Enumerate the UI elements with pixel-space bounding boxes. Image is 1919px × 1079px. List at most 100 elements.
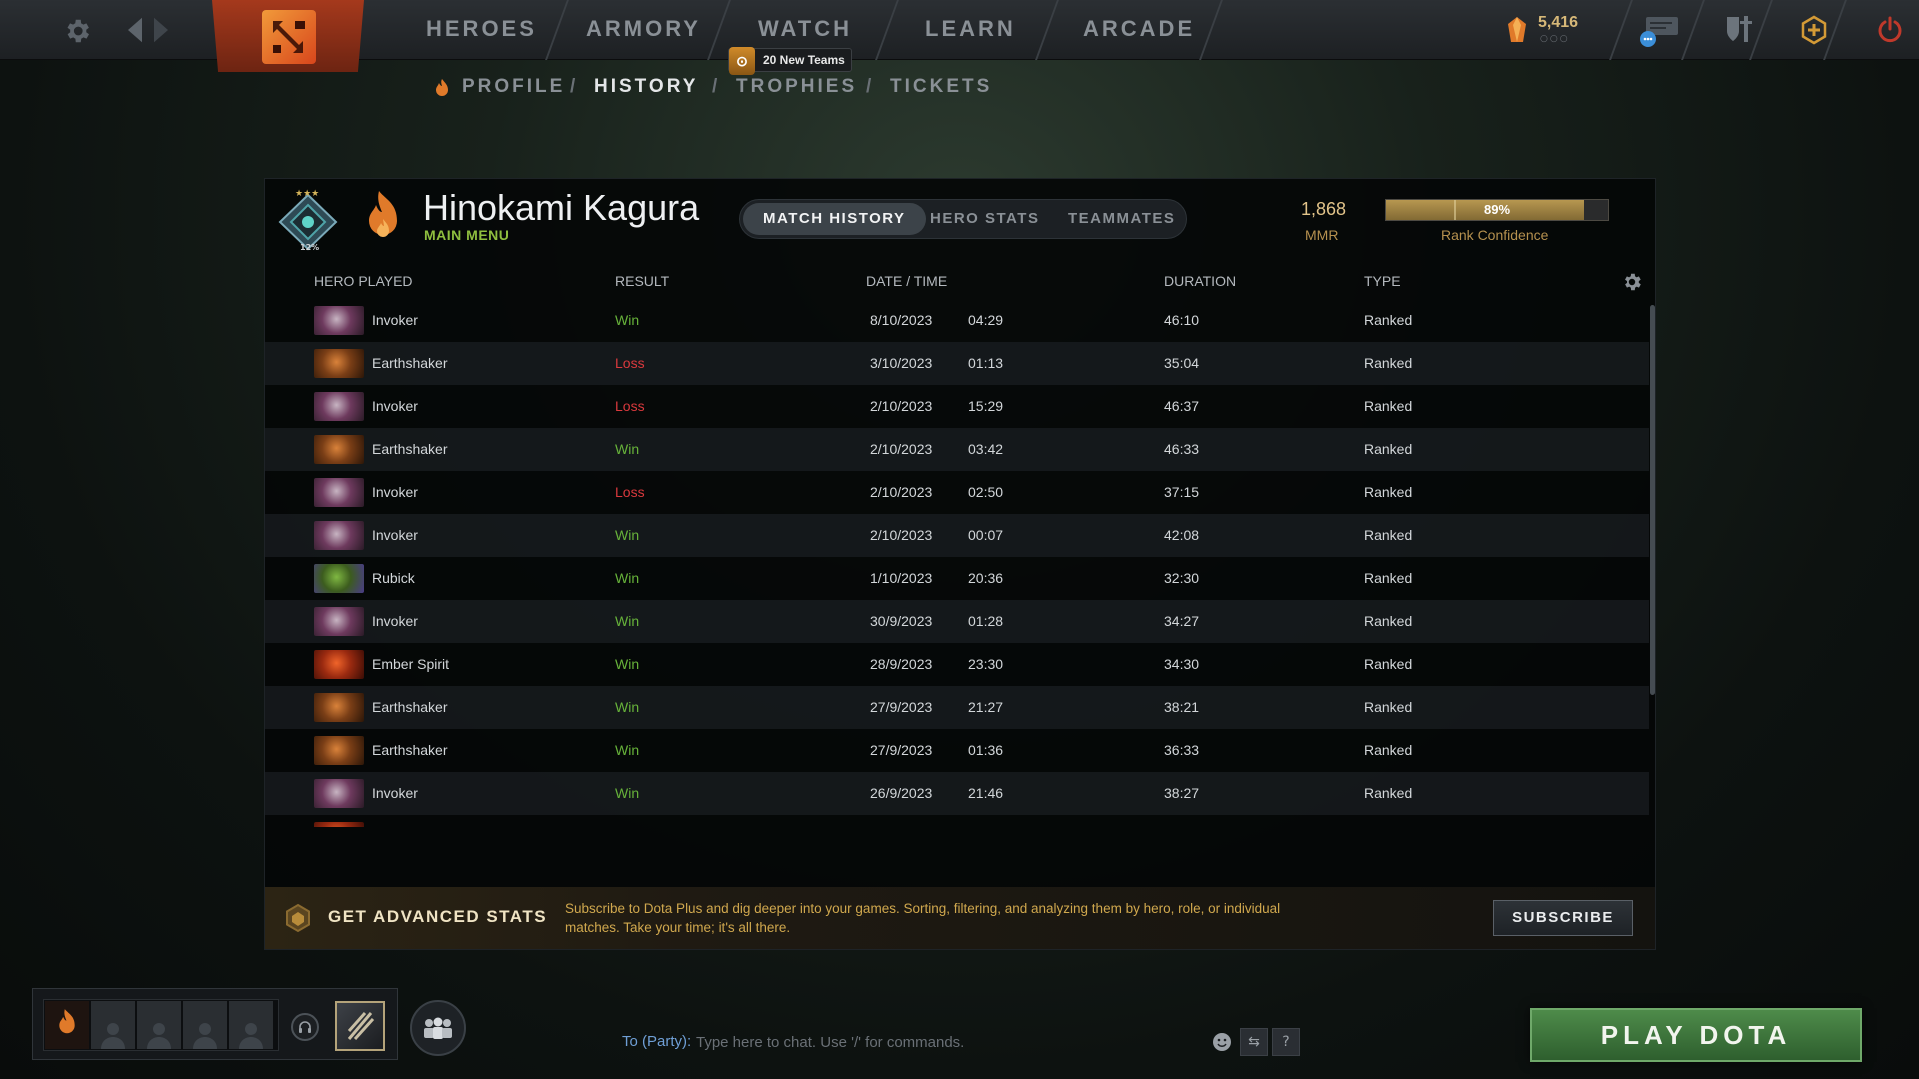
table-row[interactable]: Ember SpiritWin26/9/202300:0253:03Ranked [265, 815, 1649, 827]
nav-learn[interactable]: LEARN [925, 16, 1016, 42]
header-duration[interactable]: DURATION [1164, 273, 1236, 289]
match-type: Ranked [1364, 613, 1413, 629]
dota-plus-icon[interactable] [1796, 12, 1832, 48]
rank-confidence-percent: 89% [1483, 202, 1511, 217]
player-subtitle[interactable]: MAIN MENU [424, 227, 509, 243]
emoticon-icon[interactable] [1210, 1030, 1234, 1054]
nav-armory[interactable]: ARMORY [586, 16, 701, 42]
nav-divider [1681, 0, 1705, 60]
table-row[interactable]: Invoker Win 8/10/2023 04:29 46:10 Ranked [265, 299, 1649, 342]
friends-icon[interactable] [410, 1000, 466, 1056]
nav-divider [545, 0, 569, 60]
table-row[interactable]: Invoker Win 26/9/2023 21:46 38:27 Ranked [265, 772, 1649, 815]
tab-match-history[interactable]: MATCH HISTORY [743, 203, 926, 235]
subnav-separator: / [712, 76, 721, 97]
subnav-separator: / [570, 76, 579, 97]
table-row[interactable]: Rubick Win 1/10/2023 20:36 32:30 Ranked [265, 557, 1649, 600]
match-time: 21:27 [968, 699, 1004, 715]
table-row[interactable]: Earthshaker Win 27/9/2023 21:27 38:21 Ranked [265, 686, 1649, 729]
invoker-portrait-icon [314, 306, 364, 335]
back-arrow-icon[interactable] [124, 16, 146, 44]
match-type: Ranked [1364, 570, 1413, 586]
table-row[interactable]: Earthshaker Win 2/10/2023 03:42 46:33 Ranked [265, 428, 1649, 471]
tab-teammates[interactable]: TEAMMATES [1048, 203, 1195, 235]
hero-name: Invoker [372, 613, 418, 629]
party-empty-slot-icon[interactable] [183, 1001, 227, 1049]
table-row[interactable]: Earthshaker Loss 3/10/2023 01:13 35:04 Ranked [265, 342, 1649, 385]
match-duration: 37:15 [1164, 484, 1200, 500]
earthshaker-portrait-icon [314, 736, 364, 765]
table-settings-gear-icon[interactable] [1621, 271, 1643, 293]
match-date: 2/10/2023 [870, 441, 933, 457]
rubick-portrait-icon [314, 564, 364, 593]
match-list-scrollbar[interactable] [1650, 305, 1655, 695]
table-row[interactable]: Invoker Win 2/10/2023 00:07 42:08 Ranked [265, 514, 1649, 557]
match-result: Loss [615, 398, 645, 414]
earthshaker-portrait-icon [314, 693, 364, 722]
header-hero-played[interactable]: HERO PLAYED [314, 273, 413, 289]
chat-translate-icon[interactable]: ⇆ [1240, 1028, 1268, 1056]
hero-name: Invoker [372, 398, 418, 414]
hero-name: Invoker [372, 312, 418, 328]
subnav-history[interactable]: HISTORY [594, 76, 698, 98]
match-type: Ranked [1364, 398, 1413, 414]
voice-chat-icon[interactable] [291, 1013, 319, 1041]
forward-arrow-icon[interactable] [150, 16, 172, 44]
watch-new-teams-badge[interactable]: ⊙ 20 New Teams [728, 47, 852, 75]
dota-logo-icon[interactable] [262, 10, 316, 64]
match-duration: 34:30 [1164, 656, 1200, 672]
header-result[interactable]: RESULT [615, 273, 669, 289]
shards-progress-icon: ○○○ [1540, 34, 1570, 44]
player-avatar[interactable] [361, 189, 405, 251]
party-self-avatar[interactable] [45, 1001, 89, 1049]
match-date: 2/10/2023 [870, 398, 933, 414]
subnav-separator: / [866, 76, 875, 97]
subnav-trophies[interactable]: TROPHIES [736, 76, 857, 98]
party-empty-slot-icon[interactable] [229, 1001, 273, 1049]
nav-heroes[interactable]: HEROES [426, 16, 537, 42]
invoker-portrait-icon [314, 779, 364, 808]
match-duration: 36:33 [1164, 742, 1200, 758]
invoker-portrait-icon [314, 478, 364, 507]
chat-channel-label[interactable]: To (Party): [622, 1033, 691, 1050]
match-result: Loss [615, 484, 645, 500]
nav-arcade[interactable]: ARCADE [1083, 16, 1195, 42]
table-row[interactable]: Invoker Win 30/9/2023 01:28 34:27 Ranked [265, 600, 1649, 643]
table-row[interactable]: Ember Spirit Win 28/9/2023 23:30 34:30 Ranked [265, 643, 1649, 686]
match-time: 20:36 [968, 570, 1004, 586]
chat-help-button[interactable]: ? [1272, 1028, 1300, 1056]
subscribe-button[interactable]: SUBSCRIBE [1493, 900, 1633, 936]
settings-gear-icon[interactable] [62, 16, 92, 46]
table-row[interactable]: Invoker Loss 2/10/2023 02:50 37:15 Ranked [265, 471, 1649, 514]
match-result: Win [615, 742, 640, 758]
party-empty-slot-icon[interactable] [91, 1001, 135, 1049]
match-date: 3/10/2023 [870, 355, 933, 371]
ember-spirit-portrait-icon [314, 650, 364, 679]
subnav-tickets[interactable]: TICKETS [890, 76, 992, 98]
chat-input[interactable] [696, 1028, 1196, 1056]
hero-name: Rubick [372, 570, 415, 586]
rank-confidence-bar: 89% [1385, 199, 1609, 221]
tab-hero-stats[interactable]: HERO STATS [910, 203, 1059, 235]
rank-confidence-label: Rank Confidence [1441, 227, 1549, 243]
power-icon[interactable] [1872, 12, 1908, 48]
header-type[interactable]: TYPE [1364, 273, 1401, 289]
subnav-profile[interactable]: PROFILE [462, 76, 565, 98]
nav-watch[interactable]: WATCH [758, 16, 852, 42]
match-type: Ranked [1364, 699, 1413, 715]
match-result: Win [615, 312, 640, 328]
party-panel [32, 988, 398, 1060]
hero-name: Invoker [372, 785, 418, 801]
play-dota-button[interactable]: PLAY DOTA [1530, 1008, 1862, 1062]
hero-name: Ember Spirit [372, 656, 450, 672]
header-date-time[interactable]: DATE / TIME [866, 273, 947, 289]
party-empty-slot-icon[interactable] [137, 1001, 181, 1049]
match-duration: 46:10 [1164, 312, 1200, 328]
chat-bubbles-icon[interactable] [1634, 12, 1684, 48]
match-type: Ranked [1364, 441, 1413, 457]
match-type: Ranked [1364, 656, 1413, 672]
armory-shield-icon[interactable] [1722, 12, 1758, 48]
battle-banner-icon[interactable] [335, 1001, 385, 1051]
table-row[interactable]: Earthshaker Win 27/9/2023 01:36 36:33 Ranked [265, 729, 1649, 772]
table-row[interactable]: Invoker Loss 2/10/2023 15:29 46:37 Ranked [265, 385, 1649, 428]
